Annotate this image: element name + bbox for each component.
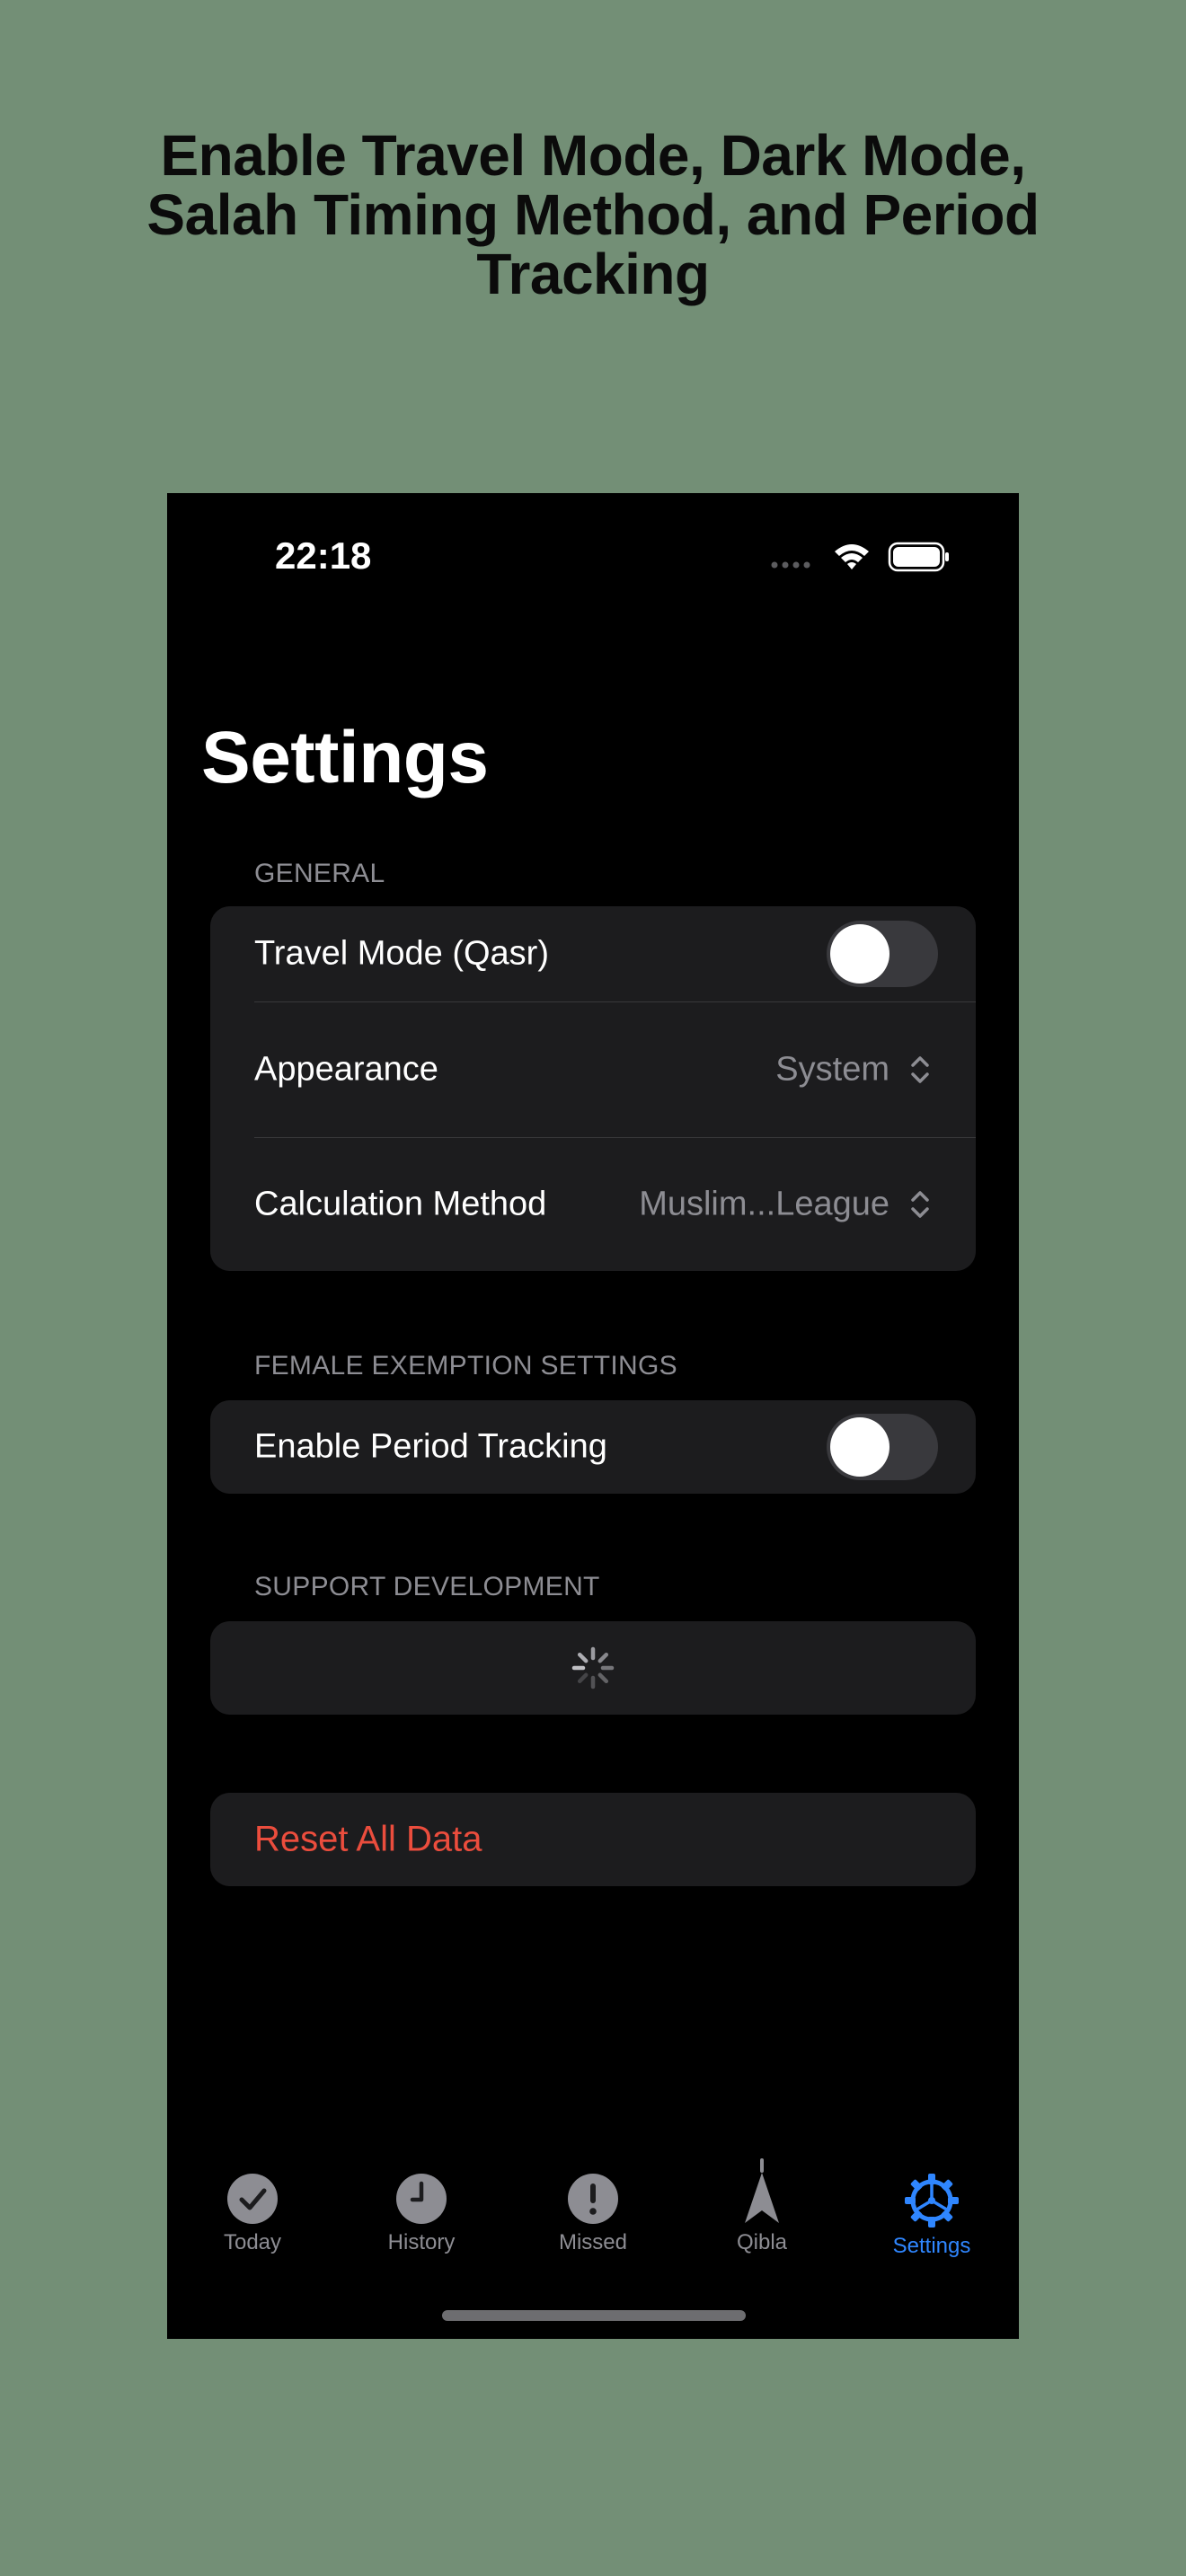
loading-spinner-icon xyxy=(571,1646,615,1689)
compass-arrow-icon xyxy=(745,2158,779,2223)
wifi-icon xyxy=(835,544,869,569)
travel-mode-toggle[interactable] xyxy=(827,921,938,987)
gear-icon xyxy=(905,2174,959,2228)
period-tracking-row: Enable Period Tracking xyxy=(210,1400,976,1494)
reset-all-data-label: Reset All Data xyxy=(254,1819,482,1859)
home-indicator xyxy=(442,2310,746,2321)
calculation-method-value: Muslim...League xyxy=(639,1185,890,1223)
tab-label: Settings xyxy=(892,2234,971,2258)
toggle-knob xyxy=(830,924,890,984)
calculation-method-row[interactable]: Calculation Method Muslim...League xyxy=(210,1138,976,1271)
tab-label: History xyxy=(387,2230,456,2254)
status-time: 22:18 xyxy=(275,534,372,577)
tab-today[interactable]: Today xyxy=(190,2173,315,2255)
support-card xyxy=(210,1621,976,1715)
appearance-value: System xyxy=(775,1050,890,1089)
phone-screen: 22:18 Settings GENERAL Travel Mode (Qasr… xyxy=(167,493,1019,2339)
period-tracking-label: Enable Period Tracking xyxy=(254,1427,607,1466)
general-settings-card: Travel Mode (Qasr) Appearance System Cal… xyxy=(210,906,976,1271)
promo-headline: Enable Travel Mode, Dark Mode, Salah Tim… xyxy=(146,123,1040,306)
toggle-knob xyxy=(830,1417,890,1477)
tab-label: Missed xyxy=(558,2230,628,2254)
tab-qibla[interactable]: Qibla xyxy=(699,2158,825,2255)
period-tracking-toggle[interactable] xyxy=(827,1414,938,1480)
chevron-up-down-icon xyxy=(911,1191,929,1218)
appearance-row[interactable]: Appearance System xyxy=(210,1002,976,1137)
tab-missed[interactable]: Missed xyxy=(530,2173,656,2255)
tab-label: Today xyxy=(223,2230,282,2254)
tab-history[interactable]: History xyxy=(358,2173,484,2255)
chevron-up-down-icon xyxy=(911,1056,929,1083)
travel-mode-row: Travel Mode (Qasr) xyxy=(210,906,976,1001)
checkmark-circle-icon xyxy=(227,2174,278,2224)
cellular-signal-icon xyxy=(771,561,810,569)
tab-settings[interactable]: Settings xyxy=(869,2173,995,2259)
page-title: Settings xyxy=(201,717,489,798)
appearance-label: Appearance xyxy=(254,1050,438,1089)
calculation-method-label: Calculation Method xyxy=(254,1185,547,1223)
female-exemption-card: Enable Period Tracking xyxy=(210,1400,976,1494)
section-header-general: GENERAL xyxy=(254,859,385,888)
section-header-female-exemption: FEMALE EXEMPTION SETTINGS xyxy=(254,1351,677,1381)
tab-label: Qibla xyxy=(736,2230,788,2254)
clock-icon xyxy=(396,2174,447,2224)
battery-icon xyxy=(888,542,949,572)
section-header-support: SUPPORT DEVELOPMENT xyxy=(254,1572,600,1601)
exclamation-circle-icon xyxy=(568,2174,618,2224)
reset-all-data-button[interactable]: Reset All Data xyxy=(210,1793,976,1886)
travel-mode-label: Travel Mode (Qasr) xyxy=(254,934,549,973)
